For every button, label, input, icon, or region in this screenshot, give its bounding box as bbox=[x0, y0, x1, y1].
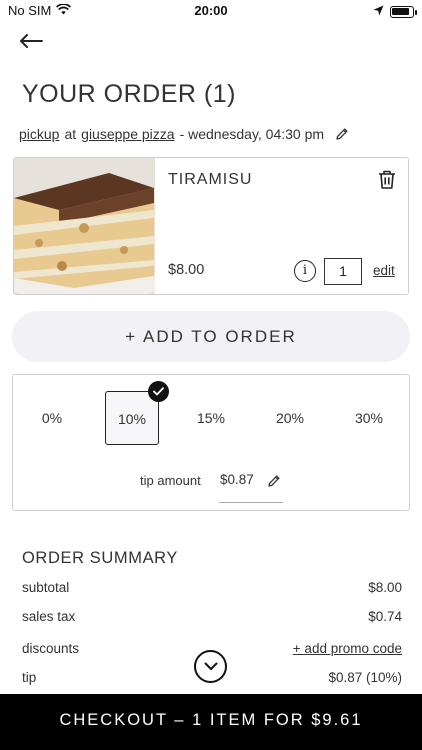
tip-option-20[interactable]: 20% bbox=[263, 391, 317, 445]
tip-option-15[interactable]: 15% bbox=[184, 391, 238, 445]
restaurant-link[interactable]: giuseppe pizza bbox=[81, 126, 174, 142]
pickup-mode-link[interactable]: pickup bbox=[19, 126, 59, 142]
subtotal-label: subtotal bbox=[22, 580, 70, 595]
trash-icon[interactable] bbox=[378, 170, 396, 194]
info-icon[interactable]: i bbox=[294, 260, 316, 282]
pencil-icon[interactable] bbox=[267, 474, 281, 493]
tip-option-30[interactable]: 30% bbox=[342, 391, 396, 445]
pencil-icon[interactable] bbox=[335, 127, 349, 141]
tax-value: $0.74 bbox=[368, 609, 402, 624]
summary-row-tax: sales tax $0.74 bbox=[22, 609, 402, 624]
arrow-left-icon bbox=[19, 33, 43, 54]
tip-option-10-selected[interactable]: 10% bbox=[105, 381, 169, 445]
tip-option-0[interactable]: 0% bbox=[25, 391, 79, 445]
quantity-field[interactable]: 1 bbox=[324, 258, 362, 285]
page-title: YOUR ORDER (1) bbox=[22, 80, 236, 108]
status-bar: No SIM 20:00 bbox=[0, 0, 422, 22]
checkout-button[interactable]: CHECKOUT – 1 ITEM FOR $9.61 bbox=[0, 694, 422, 750]
pickup-at-text: at bbox=[64, 126, 77, 142]
item-photo bbox=[14, 158, 164, 294]
item-price: $8.00 bbox=[168, 262, 205, 278]
tip-value: $0.87 (10%) bbox=[328, 670, 402, 685]
battery-icon bbox=[390, 5, 417, 18]
tax-label: sales tax bbox=[22, 609, 76, 624]
back-button[interactable] bbox=[18, 30, 44, 56]
tip-selector: 0% 10% 15% 20% 30% tip amount $0.87 bbox=[12, 374, 410, 511]
edit-item-link[interactable]: edit bbox=[373, 263, 395, 278]
item-name: TIRAMISU bbox=[168, 171, 253, 188]
order-item-card: TIRAMISU $8.00 i 1 edit bbox=[13, 157, 409, 295]
tip-option-label: 10% bbox=[117, 411, 147, 427]
chevron-down-icon bbox=[204, 658, 218, 676]
add-promo-code-link[interactable]: + add promo code bbox=[293, 641, 402, 656]
subtotal-value: $8.00 bbox=[368, 580, 402, 595]
pickup-datetime: - wednesday, 04:30 pm bbox=[179, 126, 325, 142]
discounts-label: discounts bbox=[22, 641, 80, 656]
order-summary-title: ORDER SUMMARY bbox=[22, 549, 179, 567]
status-time: 20:00 bbox=[194, 3, 228, 18]
add-to-order-button[interactable]: + ADD TO ORDER bbox=[12, 311, 410, 362]
pickup-info: pickup at giuseppe pizza - wednesday, 04… bbox=[19, 126, 349, 142]
tip-label: tip bbox=[22, 670, 37, 685]
checkmark-icon bbox=[148, 381, 169, 402]
summary-row-subtotal: subtotal $8.00 bbox=[22, 580, 402, 595]
location-arrow-icon bbox=[373, 4, 384, 19]
scroll-down-button[interactable] bbox=[194, 650, 227, 683]
tip-amount-label: tip amount bbox=[140, 473, 201, 488]
